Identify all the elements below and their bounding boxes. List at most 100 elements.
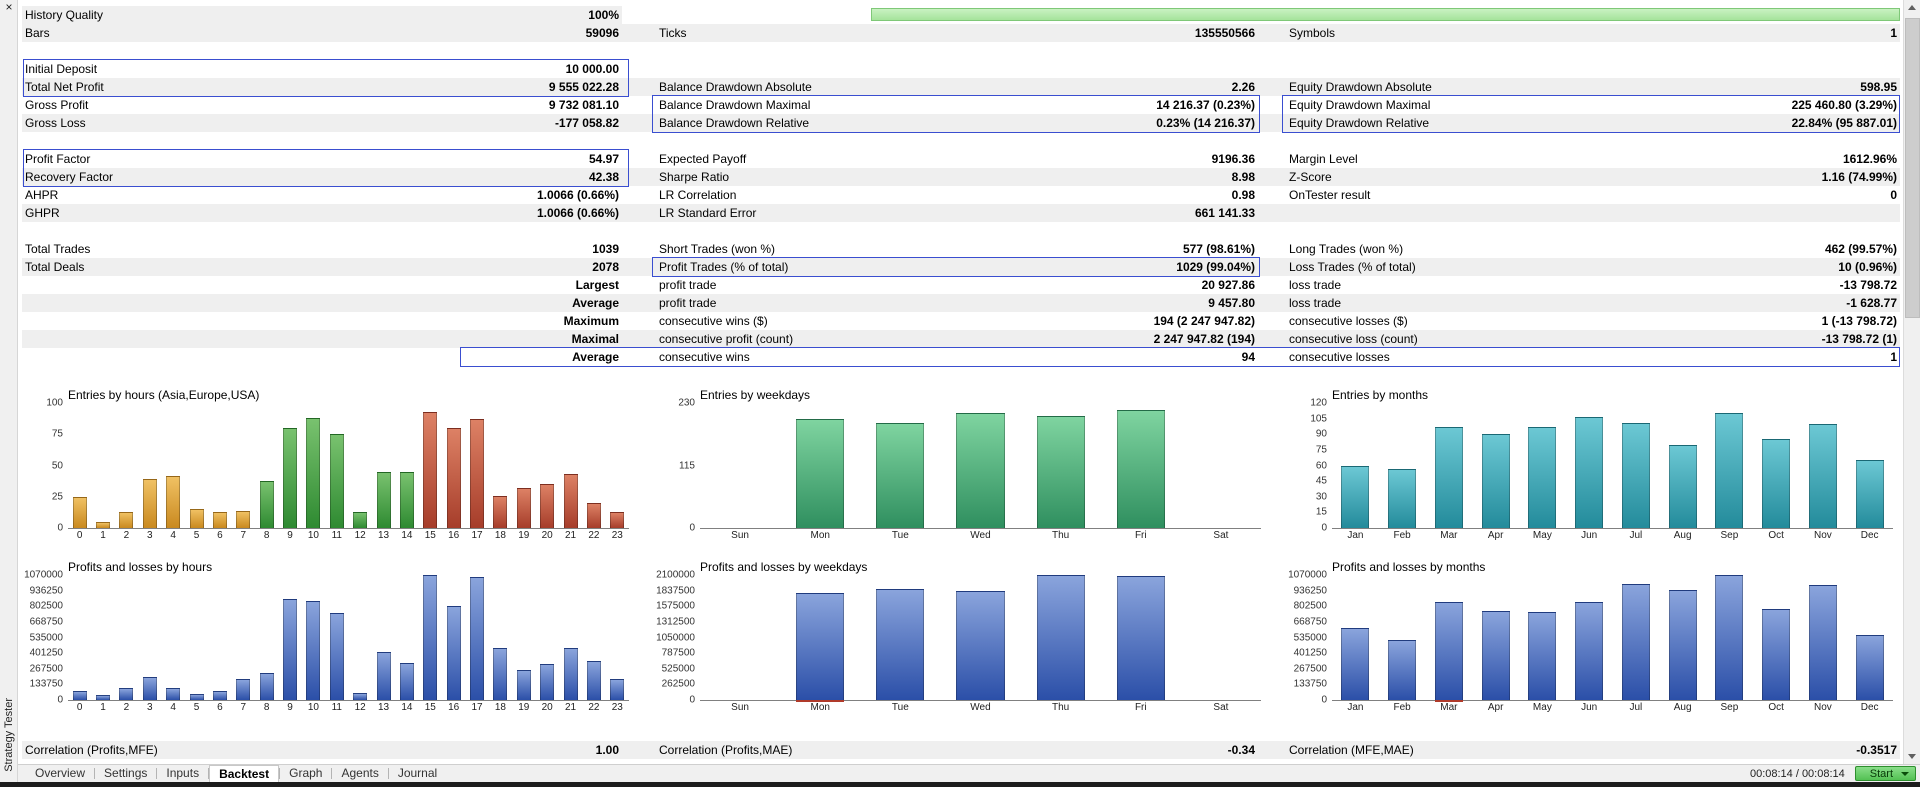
x-axis-label: 1 <box>91 530 114 541</box>
bar-slot <box>208 403 231 528</box>
bar-slot <box>1379 403 1426 528</box>
bar <box>1037 575 1085 700</box>
stat-label: Equity Drawdown Maximal <box>1286 96 1616 114</box>
plot-area <box>1332 403 1893 528</box>
bar <box>306 418 320 528</box>
bar-slot <box>68 403 91 528</box>
start-button[interactable]: Start <box>1855 766 1916 781</box>
stat-label: Gross Profit <box>22 96 372 114</box>
x-axis-label: Apr <box>1472 702 1519 713</box>
bar <box>796 593 844 700</box>
stat-value: 2 247 947.82 (194) <box>986 330 1258 348</box>
x-axis-label: Aug <box>1659 530 1706 541</box>
chart-title: Profits and losses by months <box>1332 560 1903 575</box>
stat-value: Maximum <box>372 312 622 330</box>
loss-bar <box>1435 700 1463 702</box>
bar-slot <box>1181 403 1261 528</box>
bar-slot <box>1753 575 1800 700</box>
bar-slot <box>536 575 559 700</box>
bar <box>1528 427 1556 528</box>
tab-overview[interactable]: Overview <box>26 765 94 782</box>
stat-value: Average <box>372 294 622 312</box>
chevron-down-icon[interactable] <box>1901 772 1909 776</box>
tab-inputs[interactable]: Inputs <box>157 765 208 782</box>
stat-value: 10 (0.96%) <box>1616 258 1900 276</box>
stat-value: 2078 <box>372 258 622 276</box>
stat-value: 135550566 <box>986 24 1258 42</box>
stat-value: Average <box>372 348 622 366</box>
chart-entries-by-weekdays: Entries by weekdays 2301150 SunMonTueWed… <box>654 388 1271 546</box>
x-axis-label: 13 <box>372 702 395 713</box>
bar <box>956 591 1004 700</box>
bar-slot <box>325 575 348 700</box>
bar-slot <box>278 403 301 528</box>
y-axis-label: 267500 <box>30 663 63 674</box>
tab-settings[interactable]: Settings <box>95 765 156 782</box>
bar <box>610 679 624 700</box>
bar <box>956 413 1004 528</box>
stat-label: Recovery Factor <box>22 168 372 186</box>
x-axis-label: Jan <box>1332 530 1379 541</box>
chart-entries-by-hours: Entries by hours (Asia,Europe,USA) 10075… <box>22 388 639 546</box>
x-axis-label: Nov <box>1800 530 1847 541</box>
stats-row: Gross Profit9 732 081.10Balance Drawdown… <box>22 96 1900 114</box>
bar-slot <box>536 403 559 528</box>
chart-profits-losses-by-hours: Profits and losses by hours 107000093625… <box>22 560 639 718</box>
x-axis-label: 21 <box>559 702 582 713</box>
stat-label: Total Net Profit <box>22 78 372 96</box>
stat-value: 1.0066 (0.66%) <box>372 186 622 204</box>
x-axis-label: 6 <box>208 702 231 713</box>
stat-value: 54.97 <box>372 150 622 168</box>
scroll-down-icon[interactable] <box>1904 748 1920 764</box>
x-axis-label: 9 <box>278 530 301 541</box>
stat-label: Correlation (MFE,MAE) <box>1286 741 1616 759</box>
bar <box>876 423 924 528</box>
bar-slot <box>302 575 325 700</box>
x-axis-label: 12 <box>349 530 372 541</box>
start-button-label: Start <box>1870 768 1893 780</box>
bar <box>283 428 297 528</box>
y-axis-label: 30 <box>1316 491 1327 502</box>
x-axis-label: 5 <box>185 702 208 713</box>
close-icon[interactable]: × <box>0 0 18 16</box>
x-axis-label: Sat <box>1181 530 1261 541</box>
vertical-scrollbar[interactable] <box>1903 0 1920 764</box>
stat-label: consecutive losses ($) <box>1286 312 1616 330</box>
bar <box>540 664 554 700</box>
x-axis-label: 20 <box>536 702 559 713</box>
x-axis-label: 22 <box>582 530 605 541</box>
y-axis-label: 0 <box>57 695 63 706</box>
stat-value: 9 457.80 <box>986 294 1258 312</box>
x-axis-label: Tue <box>860 702 940 713</box>
stat-value: 9 732 081.10 <box>372 96 622 114</box>
tab-agents[interactable]: Agents <box>332 765 387 782</box>
spacer-row <box>22 222 1900 240</box>
x-axis-label: Sat <box>1181 702 1261 713</box>
stat-value: 9 555 022.28 <box>372 78 622 96</box>
bar <box>564 474 578 528</box>
stat-label: consecutive loss (count) <box>1286 330 1616 348</box>
stats-row: Initial Deposit10 000.00 <box>22 60 1900 78</box>
plot-area <box>68 403 629 528</box>
tab-journal[interactable]: Journal <box>389 765 446 782</box>
y-axis-label: 802500 <box>30 601 63 612</box>
scroll-up-icon[interactable] <box>1904 0 1920 16</box>
bar <box>1435 427 1463 528</box>
tab-graph[interactable]: Graph <box>280 765 331 782</box>
bar <box>423 575 437 700</box>
stats-row: AHPR1.0066 (0.66%)LR Correlation0.98OnTe… <box>22 186 1900 204</box>
stats-row: Profit Factor54.97Expected Payoff9196.36… <box>22 150 1900 168</box>
x-axis-label: 5 <box>185 530 208 541</box>
x-axis-label: 16 <box>442 530 465 541</box>
bar-slot <box>1519 403 1566 528</box>
stat-label: OnTester result <box>1286 186 1616 204</box>
bar-slot <box>1846 575 1893 700</box>
bar <box>1482 434 1510 528</box>
scrollbar-thumb[interactable] <box>1905 18 1920 318</box>
x-axis-label: 15 <box>419 702 442 713</box>
bar-slot <box>606 575 629 700</box>
spacer-row <box>22 132 1900 150</box>
x-axis-label: Jul <box>1613 530 1660 541</box>
tab-backtest[interactable]: Backtest <box>209 765 279 782</box>
stat-value: 2.26 <box>986 78 1258 96</box>
